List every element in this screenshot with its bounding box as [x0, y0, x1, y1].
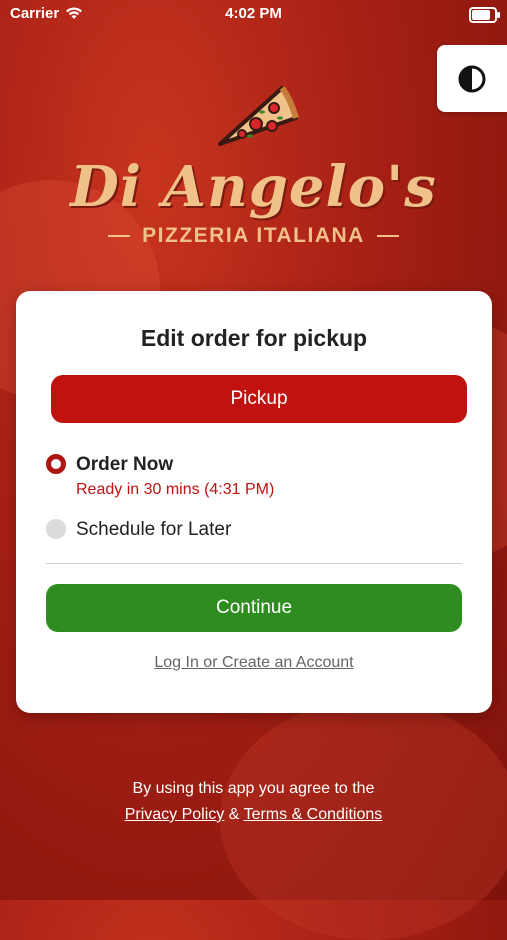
legal-footer: By using this app you agree to the Priva…: [0, 776, 507, 828]
subtitle-divider-right: [376, 235, 399, 237]
order-now-radio[interactable]: [46, 454, 66, 474]
agree-text: By using this app you agree to the: [132, 780, 375, 797]
order-now-label: Order Now: [76, 454, 174, 475]
battery-icon: [469, 7, 500, 23]
privacy-policy-link[interactable]: Privacy Policy: [125, 806, 225, 823]
login-link[interactable]: Log In or Create an Account: [16, 654, 492, 672]
schedule-later-option[interactable]: Schedule for Later: [46, 519, 231, 541]
divider: [46, 563, 462, 564]
subtitle-divider-left: [108, 235, 131, 237]
schedule-later-label: Schedule for Later: [76, 519, 232, 540]
brand-subtitle-row: PIZZERIA ITALIANA: [0, 224, 507, 248]
pizza-slice-icon: [218, 86, 299, 146]
ready-time: Ready in 30 mins (4:31 PM): [76, 481, 275, 498]
brand-subtitle: PIZZERIA ITALIANA: [142, 224, 365, 247]
legal-links: Privacy Policy & Terms & Conditions: [0, 802, 507, 828]
order-now-option[interactable]: Order Now Ready in 30 mins (4:31 PM): [46, 454, 274, 499]
status-time: 4:02 PM: [225, 5, 282, 22]
continue-button[interactable]: Continue: [46, 584, 462, 632]
order-card: Edit order for pickup Pickup Order Now R…: [16, 291, 492, 713]
battery-level: [472, 10, 490, 20]
pickup-button[interactable]: Pickup: [51, 375, 467, 423]
order-now-text: Order Now Ready in 30 mins (4:31 PM): [76, 454, 274, 499]
status-bar: Carrier 4:02 PM: [0, 0, 507, 28]
contrast-icon: [458, 65, 486, 92]
ampersand: &: [228, 806, 240, 823]
terms-link[interactable]: Terms & Conditions: [244, 806, 383, 823]
schedule-later-radio[interactable]: [46, 519, 66, 539]
card-title: Edit order for pickup: [140, 325, 368, 351]
theme-toggle-button[interactable]: [437, 45, 507, 112]
brand-name: Di Angelo's: [70, 154, 437, 220]
